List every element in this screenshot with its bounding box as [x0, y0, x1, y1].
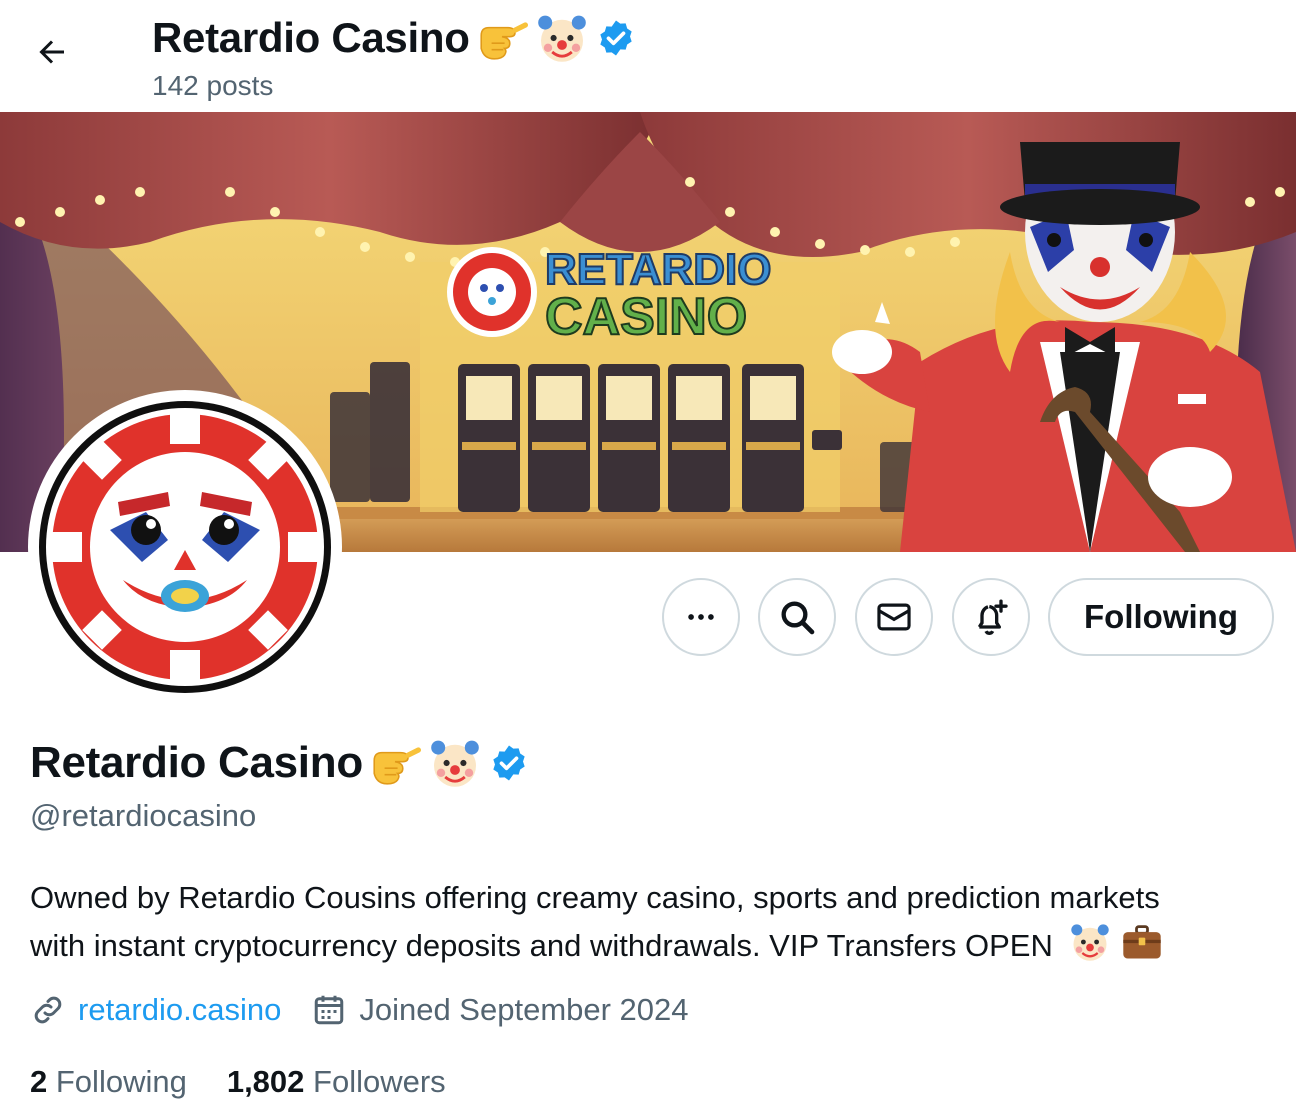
message-button[interactable] [855, 578, 933, 656]
profile-name: Retardio Casino [30, 738, 363, 787]
following-count-link[interactable]: 2 Following [30, 1064, 187, 1100]
search-button[interactable] [758, 578, 836, 656]
back-button[interactable] [22, 22, 82, 82]
followers-count: 1,802 [226, 1064, 305, 1099]
profile-bio: Owned by Retardio Cousins offering cream… [30, 876, 1280, 968]
header-title: Retardio Casino [152, 10, 636, 66]
joined-date: Joined September 2024 [359, 992, 689, 1027]
link-icon [34, 996, 62, 1024]
bio-line-text: with instant cryptocurrency deposits and… [30, 928, 1053, 963]
profile-avatar[interactable] [28, 390, 342, 704]
calendar-icon [315, 995, 344, 1025]
verified-badge-icon [599, 20, 632, 56]
more-icon [688, 614, 714, 620]
envelope-icon [877, 603, 911, 631]
pointing-hand-emoji [373, 747, 421, 785]
follow-counts: 2 Following 1,802 Followers [30, 1064, 446, 1100]
followers-count-link[interactable]: 1,802 Followers [227, 1064, 446, 1100]
verified-badge-icon[interactable] [489, 743, 529, 783]
bell-plus-icon [977, 599, 1008, 635]
following-button[interactable]: Following [1048, 578, 1274, 656]
clown-face-emoji [431, 740, 479, 787]
clown-face-emoji [537, 15, 586, 62]
bio-line: Owned by Retardio Cousins offering cream… [30, 880, 1160, 915]
profile-name-row: Retardio Casino [30, 735, 529, 791]
notifications-button[interactable] [952, 578, 1030, 656]
arrow-left-icon [39, 40, 64, 64]
more-button[interactable] [662, 578, 740, 656]
search-icon [781, 601, 815, 635]
top-bar: Retardio Casino 142 posts [0, 0, 1296, 112]
clown-face-emoji [1070, 924, 1109, 961]
following-count: 2 [30, 1064, 48, 1099]
bio-line-2: with instant cryptocurrency deposits and… [30, 920, 1280, 968]
following-label: Following [55, 1064, 187, 1099]
followers-label: Followers [313, 1064, 446, 1099]
header-name: Retardio Casino [152, 14, 470, 61]
posts-count: 142 posts [152, 70, 274, 101]
banner-sign-line1: RETARDIO [545, 245, 772, 294]
briefcase-emoji [1123, 925, 1161, 959]
profile-meta: retardio.casino Joined September 2024 [30, 992, 689, 1028]
profile-handle: @retardiocasino [30, 798, 257, 833]
pointing-hand-emoji [479, 22, 528, 60]
banner-sign-line2: CASINO [545, 288, 747, 346]
website-link[interactable]: retardio.casino [78, 992, 281, 1028]
avatar-chip-logo [34, 396, 336, 698]
